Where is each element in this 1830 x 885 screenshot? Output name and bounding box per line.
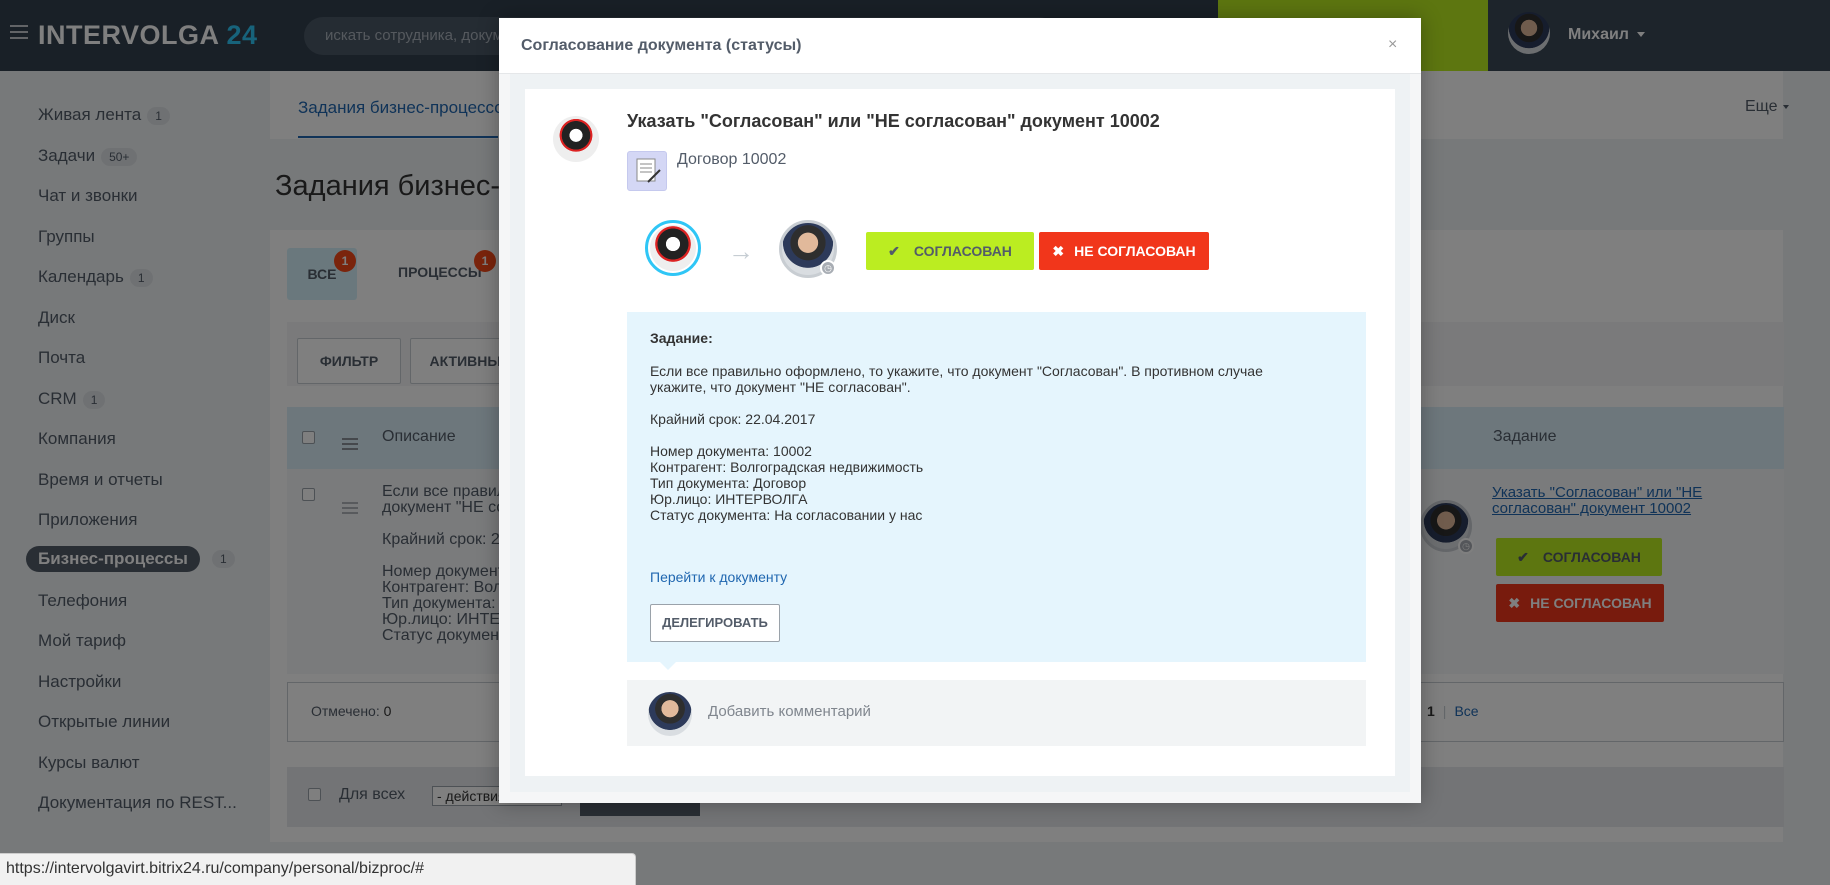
check-icon: ✔: [888, 243, 900, 259]
clock-icon: ◷: [820, 260, 836, 276]
arrow-right-icon: →: [728, 236, 754, 266]
goto-document-link[interactable]: Перейти к документу: [650, 569, 787, 585]
close-icon[interactable]: ×: [1388, 36, 1397, 54]
task-heading: Задание:: [650, 330, 713, 346]
author-avatar[interactable]: [553, 116, 599, 162]
modal-title: Согласование документа (статусы): [521, 37, 802, 54]
commenter-avatar: [648, 692, 692, 736]
document-icon: [627, 151, 667, 191]
author-avatar-large[interactable]: [645, 220, 701, 276]
task-description: Если все правильно оформлено, то укажите…: [650, 363, 1263, 395]
approve-button[interactable]: ✔ СОГЛАСОВАН: [866, 232, 1034, 270]
task-title: Указать "Согласован" или "НЕ согласован"…: [627, 111, 1160, 131]
reject-button[interactable]: ✖ НЕ СОГЛАСОВАН: [1039, 232, 1209, 270]
task-doc-info: Номер документа: 10002 Контрагент: Волгог…: [650, 443, 924, 523]
status-bar-url: https://intervolgavirt.bitrix24.ru/compa…: [0, 853, 636, 885]
pointer-triangle: [660, 662, 676, 670]
close-icon: ✖: [1052, 243, 1065, 259]
comment-input[interactable]: Добавить комментарий: [708, 703, 871, 720]
task-deadline: Крайний срок: 22.04.2017: [650, 411, 816, 427]
delegate-button[interactable]: ДЕЛЕГИРОВАТЬ: [650, 604, 780, 642]
document-link[interactable]: Договор 10002: [677, 151, 786, 169]
